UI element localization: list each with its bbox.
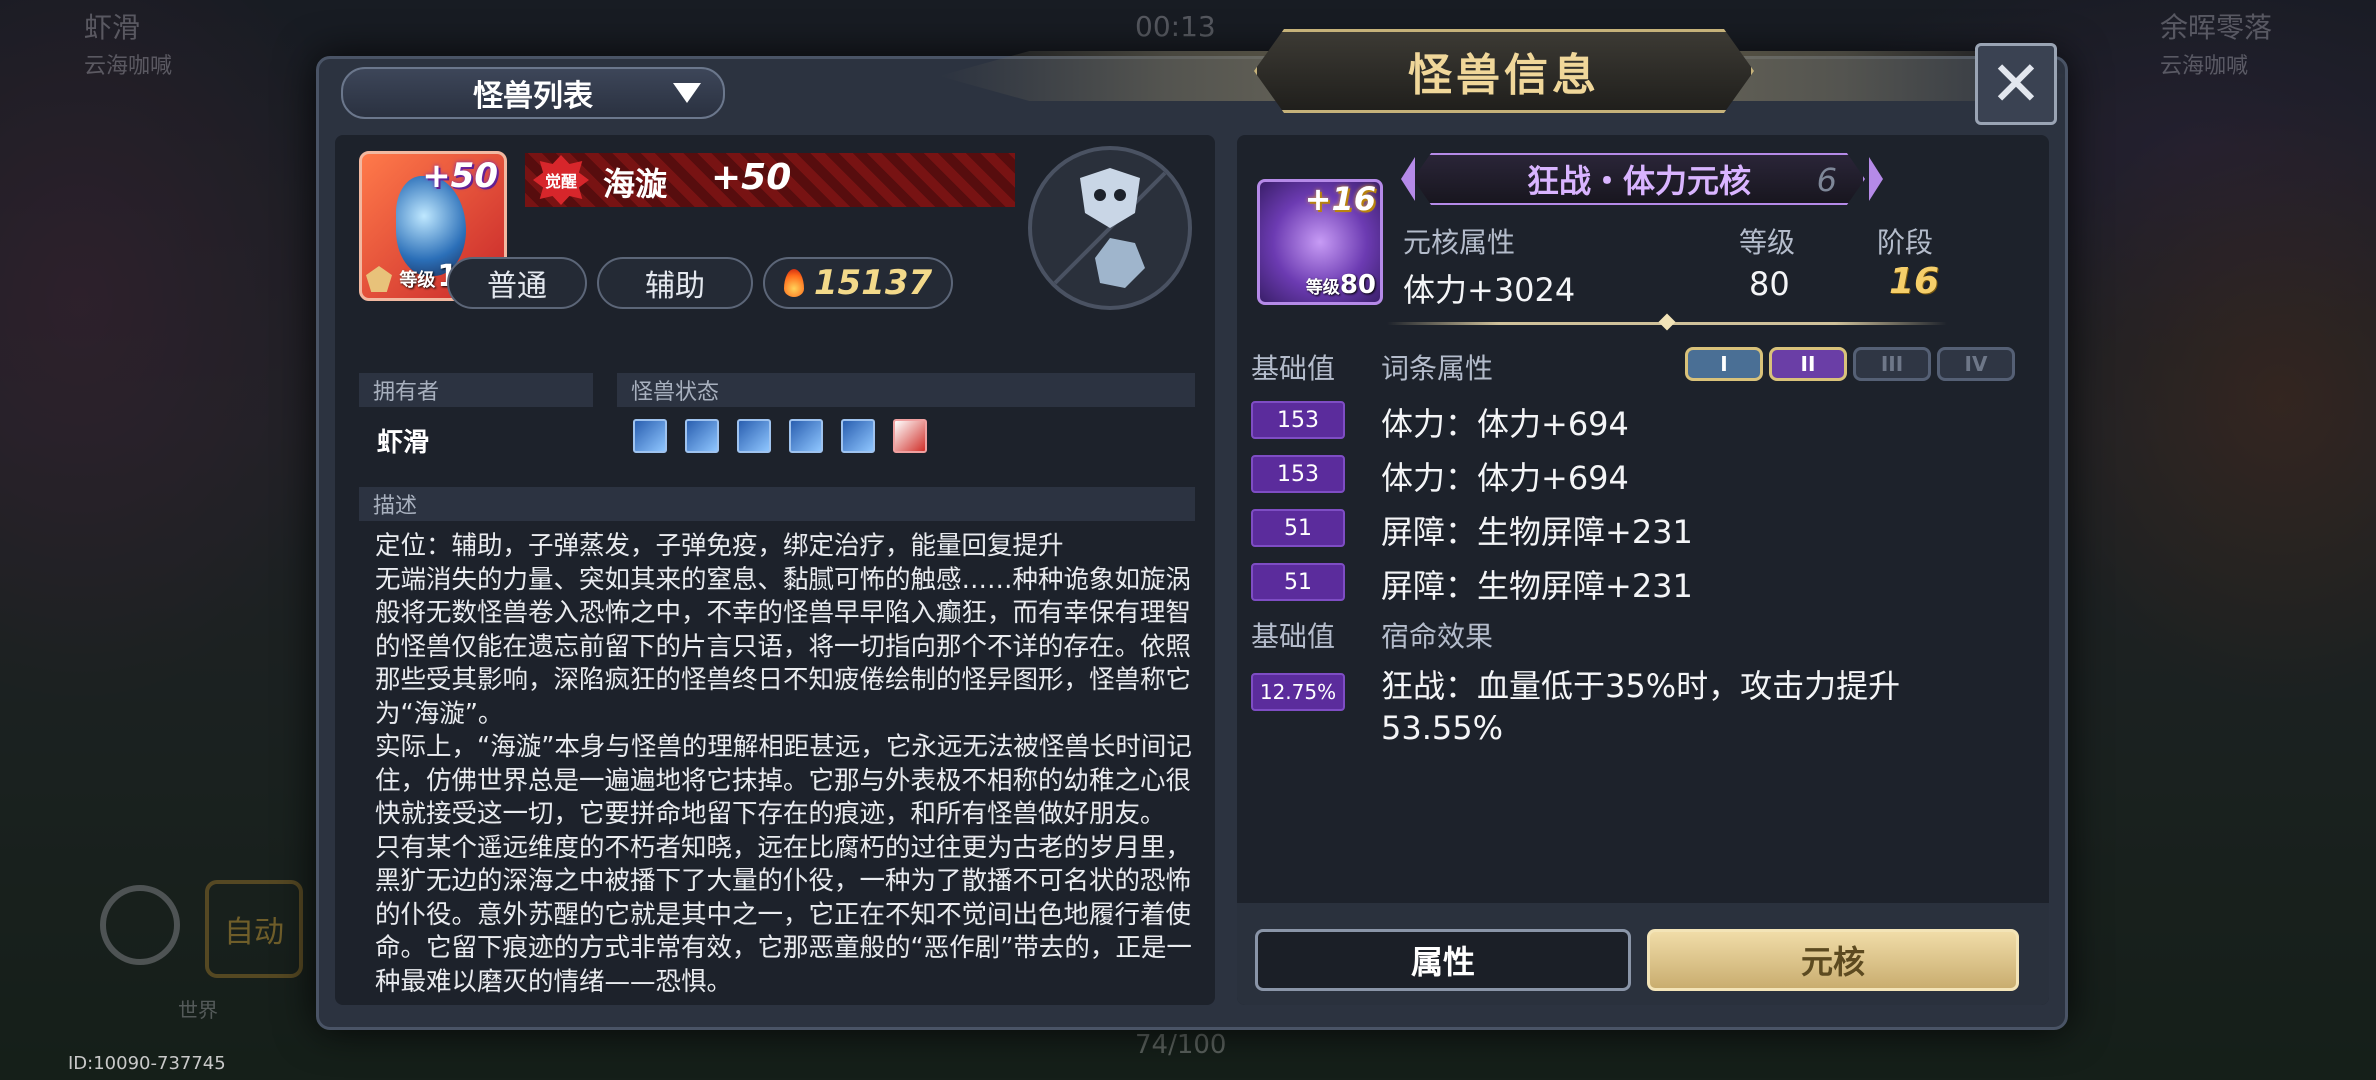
status-icon-2[interactable] xyxy=(685,419,719,453)
description-paragraph: 实际上，“海漩”本身与怪兽的理解相距甚远，它永远无法被怪兽长时间记住，仿佛世界总… xyxy=(375,732,1192,829)
monster-left-panel: +50 等级130 觉醒 海漩 +50 普通 辅助 15137 拥有者 怪兽状态… xyxy=(335,135,1215,1005)
monster-list-dropdown[interactable]: 怪兽列表 xyxy=(341,67,725,119)
core-stage-value: 16 xyxy=(1889,261,1940,302)
divider-diamond-icon xyxy=(1658,313,1676,331)
core-stage-label: 阶段 xyxy=(1877,226,1934,259)
fate-base-badge: 12.75% xyxy=(1251,673,1345,711)
flame-icon xyxy=(783,269,804,297)
entry-text: 体力：体力+694 xyxy=(1381,405,1629,443)
status-icon-4[interactable] xyxy=(789,419,823,453)
owner-header: 拥有者 xyxy=(359,373,593,407)
bg-guild-left: 云海咖喊 xyxy=(84,54,173,79)
core-name-banner: 狂战・体力元核 6 xyxy=(1413,153,1865,205)
type-tag-normal: 普通 xyxy=(447,257,587,309)
rank-badge-icon xyxy=(366,266,392,292)
power-pill: 15137 xyxy=(763,257,953,309)
monster-class-emblem-icon xyxy=(1028,146,1192,310)
core-name: 狂战・体力元核 xyxy=(1526,162,1751,200)
owner-name: 虾滑 xyxy=(377,428,430,458)
core-icon[interactable]: +16 等级80 xyxy=(1257,179,1383,305)
entry-text: 体力：体力+694 xyxy=(1381,459,1629,497)
bg-player-left: 虾滑 xyxy=(84,11,141,44)
entry-text: 屏障：生物屏障+231 xyxy=(1381,567,1693,605)
entry-base-badge: 51 xyxy=(1251,509,1345,547)
entry-base-badge: 153 xyxy=(1251,455,1345,493)
monster-level-label: 等级 xyxy=(399,270,436,291)
modal-title: 怪兽信息 xyxy=(1408,50,1600,101)
status-icon-6[interactable] xyxy=(893,419,927,453)
tier-tab-3[interactable]: III xyxy=(1853,347,1931,381)
bottom-tab-bar: 属性 元核 xyxy=(1237,903,2049,1005)
dropdown-label: 怪兽列表 xyxy=(473,79,593,114)
close-button[interactable]: ✕ xyxy=(1975,43,2057,125)
type-tag-support: 辅助 xyxy=(597,257,753,309)
tier-tab-4[interactable]: IV xyxy=(1937,347,2015,381)
core-attr-label: 元核属性 xyxy=(1403,226,1516,259)
description-paragraph: 无端消失的力量、突如其来的窒息、黏腻可怖的触感……种种诡象如旋涡般将无数怪兽卷入… xyxy=(375,564,1192,729)
awaken-plus: +50 xyxy=(711,157,792,198)
entry-attr-label: 词条属性 xyxy=(1381,352,1494,385)
monster-info-modal: 怪兽信息 ✕ 怪兽列表 +50 等级130 觉醒 海漩 +50 普通 辅助 xyxy=(316,29,2069,1030)
core-grade-label: 等级 xyxy=(1739,226,1796,259)
next-core-arrow-icon[interactable] xyxy=(1869,157,1883,201)
status-icon-1[interactable] xyxy=(633,419,667,453)
status-icon-3[interactable] xyxy=(737,419,771,453)
awaken-label: 觉醒 xyxy=(544,172,577,191)
tab-core[interactable]: 元核 xyxy=(1647,929,2019,991)
awaken-icon: 觉醒 xyxy=(533,155,589,205)
settings-gear-icon[interactable] xyxy=(100,885,180,965)
core-level-value: 80 xyxy=(1339,270,1376,300)
fate-effect-label: 宿命效果 xyxy=(1381,620,1494,653)
prev-core-arrow-icon[interactable] xyxy=(1401,157,1415,201)
monster-plus-level: +50 xyxy=(422,156,498,196)
core-attr-value: 体力+3024 xyxy=(1403,271,1576,309)
fate-effect-text: 狂战：血量低于35%时，攻击力提升53.55% xyxy=(1381,667,1901,747)
bg-guild-right: 云海咖喊 xyxy=(2160,54,2249,79)
description-header: 描述 xyxy=(359,487,1195,521)
monster-name: 海漩 xyxy=(603,165,668,203)
core-level: 等级80 xyxy=(1306,270,1376,300)
description-text: 定位：辅助，子弹蒸发，子弹免疫，绑定治疗，能量回复提升 无端消失的力量、突如其来… xyxy=(375,530,1195,999)
entry-base-badge: 51 xyxy=(1251,563,1345,601)
core-right-panel: +16 等级80 狂战・体力元核 6 元核属性 体力+3024 等级 80 阶段… xyxy=(1237,135,2049,1005)
core-grade-value: 80 xyxy=(1749,265,1790,303)
base-value-label: 基础值 xyxy=(1251,352,1336,385)
bg-progress: 74/100 xyxy=(1135,1030,1227,1060)
core-level-label: 等级 xyxy=(1305,278,1340,298)
auto-button[interactable]: 自动 xyxy=(205,880,303,978)
core-plus-level: +16 xyxy=(1304,180,1376,218)
entry-text: 屏障：生物屏障+231 xyxy=(1381,513,1693,551)
title-banner: 怪兽信息 xyxy=(939,29,2069,119)
core-number: 6 xyxy=(1816,161,1837,199)
entry-base-badge: 153 xyxy=(1251,401,1345,439)
user-id-text: ID:10090-737745 xyxy=(68,1053,226,1074)
status-icon-row xyxy=(633,419,927,453)
tier-tab-2[interactable]: II xyxy=(1769,347,1847,381)
tab-attributes[interactable]: 属性 xyxy=(1255,929,1631,991)
description-paragraph: 只有某个遥远维度的不朽者知晓，远在比腐朽的过往更为古老的岁月里，黑犷无边的深海之… xyxy=(375,832,1192,997)
bg-player-right: 余晖零落 xyxy=(2160,11,2273,44)
status-icon-5[interactable] xyxy=(841,419,875,453)
bg-chat-tag: 世界 xyxy=(178,998,218,1022)
power-value: 15137 xyxy=(813,263,933,303)
tier-tab-1[interactable]: I xyxy=(1685,347,1763,381)
tier-tabs: I II III IV xyxy=(1685,347,2015,381)
title-plate: 怪兽信息 xyxy=(1254,29,1754,113)
fate-base-label: 基础值 xyxy=(1251,620,1336,653)
status-header: 怪兽状态 xyxy=(617,373,1195,407)
chevron-down-icon xyxy=(673,83,701,103)
close-icon: ✕ xyxy=(1990,47,2042,120)
description-paragraph: 定位：辅助，子弹蒸发，子弹免疫，绑定治疗，能量回复提升 xyxy=(375,531,1064,561)
